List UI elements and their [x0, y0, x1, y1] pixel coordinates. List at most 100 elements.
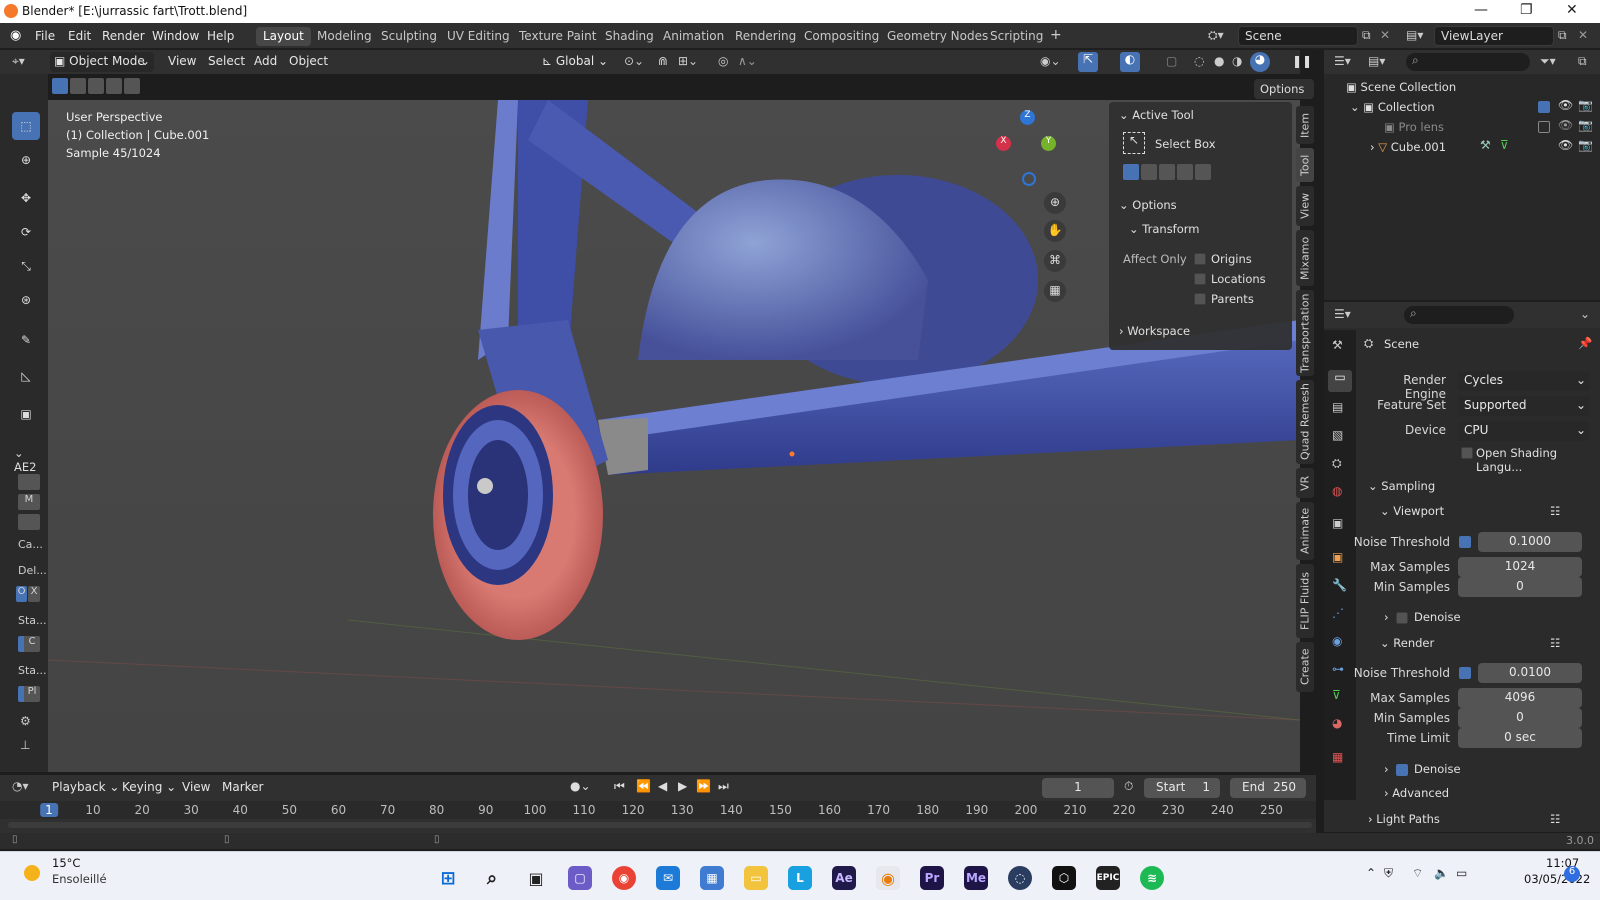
current-frame-field[interactable]: 1	[1042, 778, 1114, 798]
move-tool-icon[interactable]: ✥	[12, 184, 40, 212]
start-frame-field[interactable]: Start 1	[1144, 778, 1220, 798]
view-layer-props-icon[interactable]: ▧	[1332, 428, 1343, 442]
add-cube-tool-icon[interactable]: ▣	[12, 400, 40, 428]
addon-button-ca[interactable]: Ca...	[18, 538, 43, 551]
blender-taskbar-icon[interactable]: ◉	[876, 866, 900, 890]
wifi-icon[interactable]: ⌔	[1412, 866, 1423, 881]
cube-modifier-icon[interactable]: ⚒	[1480, 138, 1491, 152]
after-effects-icon[interactable]: Ae	[832, 866, 856, 890]
feature-set-dropdown[interactable]: Supported ⌄	[1458, 396, 1590, 416]
options-section-header[interactable]: ⌄ Options	[1119, 198, 1177, 212]
addon-icon[interactable]: ⚙	[20, 714, 31, 728]
tab-sculpting[interactable]: Sculpting	[374, 27, 444, 46]
navigation-gizmo[interactable]: Z X Y	[996, 110, 1074, 190]
collection-props-icon[interactable]: ▣	[1332, 516, 1343, 530]
r-noise-threshold-field[interactable]: 0.0100	[1478, 663, 1582, 683]
gizmo-y-axis[interactable]: Y	[1041, 136, 1056, 151]
locations-checkbox[interactable]	[1194, 273, 1206, 285]
tab-vr[interactable]: VR	[1296, 468, 1314, 498]
select-intersect-icon[interactable]	[124, 78, 140, 94]
tool-mode-invert-icon[interactable]	[1177, 164, 1193, 180]
transform-subsection-header[interactable]: ⌄ Transform	[1129, 222, 1200, 236]
tab-rendering[interactable]: Rendering	[728, 27, 803, 46]
spotify-icon[interactable]: ≋	[1140, 866, 1164, 890]
new-scene-icon[interactable]: ⧉	[1362, 28, 1371, 43]
pro-lens-include-checkbox[interactable]	[1538, 121, 1550, 133]
teams-chat-icon[interactable]: ▢	[568, 866, 592, 890]
xray-icon[interactable]: ▢	[1166, 54, 1177, 68]
menu-keying[interactable]: Keying ⌄	[122, 780, 176, 794]
add-workspace-icon[interactable]: +	[1050, 27, 1062, 43]
tray-chevron-icon[interactable]: ⌃	[1366, 866, 1376, 880]
origins-checkbox[interactable]	[1194, 253, 1206, 265]
properties-search-input[interactable]: ⌕	[1404, 306, 1514, 324]
steam-like-icon[interactable]: ◌	[1008, 866, 1032, 890]
weather-text[interactable]: Ensoleillé	[52, 872, 107, 886]
texture-props-icon[interactable]: ▦	[1332, 750, 1343, 764]
parents-checkbox[interactable]	[1194, 293, 1206, 305]
gizmo-toggle-icon[interactable]: ⇱	[1078, 52, 1098, 72]
pan-view-icon[interactable]: ✋	[1044, 220, 1066, 242]
r-max-samples-field[interactable]: 4096	[1458, 688, 1582, 708]
solid-shading-icon[interactable]: ●	[1214, 54, 1224, 68]
addon-button-x[interactable]: X	[28, 586, 40, 602]
measure-tool-icon[interactable]: ◺	[12, 362, 40, 390]
play-reverse-icon[interactable]: ◀	[658, 779, 667, 793]
collection-include-checkbox[interactable]	[1538, 101, 1550, 113]
jump-end-icon[interactable]: ⏭	[718, 779, 729, 794]
timeline-scrollbar[interactable]	[8, 822, 1312, 828]
addon-button-pl[interactable]: Pl	[18, 686, 40, 702]
cube-visibility-icon[interactable]: 👁	[1558, 138, 1573, 152]
tab-compositing[interactable]: Compositing	[797, 27, 886, 46]
render-engine-dropdown[interactable]: Cycles ⌄	[1458, 371, 1590, 391]
tab-transportation[interactable]: Transportation	[1296, 290, 1314, 376]
jump-start-icon[interactable]: ⏮	[614, 779, 625, 794]
vp-noise-threshold-field[interactable]: 0.1000	[1478, 532, 1582, 552]
tab-layout[interactable]: Layout	[256, 27, 311, 46]
tab-mixamo[interactable]: Mixamo	[1296, 230, 1314, 286]
zoom-view-icon[interactable]: ⊕	[1044, 192, 1066, 214]
time-limit-field[interactable]: 0 sec	[1458, 728, 1582, 748]
falloff-icon[interactable]: ∧⌄	[738, 54, 757, 68]
file-explorer-icon[interactable]: ▭	[744, 866, 768, 890]
tab-animate[interactable]: Animate	[1296, 502, 1314, 560]
material-shading-icon[interactable]: ◑	[1232, 54, 1242, 68]
current-frame-marker[interactable]: 1	[40, 803, 58, 817]
windows-start-icon[interactable]: ⊞	[436, 866, 460, 890]
tool-mode-extend-icon[interactable]	[1141, 164, 1157, 180]
r-denoise-checkbox[interactable]	[1396, 764, 1408, 776]
tool-mode-subtract-icon[interactable]	[1159, 164, 1175, 180]
menu-file[interactable]: File	[35, 29, 55, 43]
render-presets-icon[interactable]: ☷	[1550, 636, 1560, 650]
timeline-editor-icon[interactable]: ◔▾	[12, 779, 29, 793]
pin-icon[interactable]: 📌	[1578, 336, 1592, 350]
menu-help[interactable]: Help	[207, 29, 234, 43]
gizmo-z-axis[interactable]: Z	[1020, 110, 1035, 125]
material-props-icon[interactable]: ◕	[1332, 716, 1342, 730]
battery-icon[interactable]: ▭	[1456, 866, 1467, 880]
tab-scripting[interactable]: Scripting	[983, 27, 1050, 46]
menu-object[interactable]: Object	[289, 54, 328, 68]
select-subtract-icon[interactable]	[88, 78, 104, 94]
visibility-icon[interactable]: ◉⌄	[1040, 54, 1061, 68]
wireframe-shading-icon[interactable]: ◌	[1194, 54, 1204, 68]
scene-collection-row[interactable]: ▣ Scene Collection	[1346, 80, 1456, 94]
unreal-icon[interactable]: ⬡	[1052, 866, 1076, 890]
constraints-props-icon[interactable]: ⊶	[1332, 662, 1344, 676]
properties-editor-icon[interactable]: ☰▾	[1334, 307, 1351, 321]
snap-target-icon[interactable]: ⊞⌄	[678, 54, 698, 68]
tool-mode-new-icon[interactable]	[1123, 164, 1139, 180]
menu-window[interactable]: Window	[152, 29, 199, 43]
tab-animation[interactable]: Animation	[656, 27, 731, 46]
tab-flip-fluids[interactable]: FLIP Fluids	[1296, 564, 1314, 638]
collection-render-icon[interactable]: 📷	[1578, 98, 1593, 112]
active-tool-header[interactable]: ⌄ Active Tool	[1119, 108, 1194, 122]
store-icon[interactable]: ▦	[700, 866, 724, 890]
select-invert-icon[interactable]	[106, 78, 122, 94]
tab-create[interactable]: Create	[1296, 642, 1314, 692]
cube-row[interactable]: › ▽ Cube.001	[1370, 140, 1446, 154]
epic-games-icon[interactable]: EPIC	[1096, 866, 1120, 890]
rotate-tool-icon[interactable]: ⟳	[12, 218, 40, 246]
sampling-panel-header[interactable]: ⌄ Sampling	[1368, 479, 1435, 493]
menu-timeline-view[interactable]: View	[182, 780, 210, 794]
